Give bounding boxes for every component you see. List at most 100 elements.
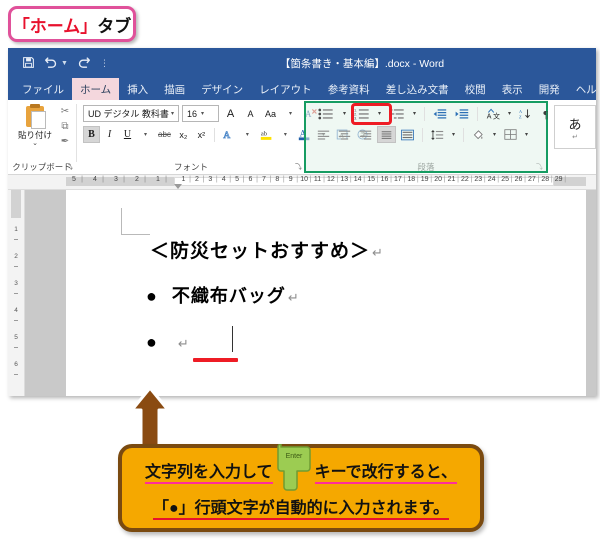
vertical-ruler: 1 2 3 4 5 6: [8, 190, 25, 396]
ribbon-tab-9[interactable]: 表示: [494, 78, 531, 100]
divider: [477, 106, 479, 121]
style-gallery-item[interactable]: あ ↵: [554, 105, 596, 149]
numbering-button[interactable]: 1. 2. 3.: [351, 105, 373, 122]
home-tab-callout-highlight: 「ホーム」: [12, 16, 98, 36]
ribbon-tab-11[interactable]: ヘルプ: [568, 78, 596, 100]
divider: [213, 127, 215, 142]
ribbon-group-font: UD デジタル 教科書体 ▾ 16 ▾ A A Aa ▾ A B I U ▾ a…: [77, 100, 368, 174]
home-tab-callout-rest: タブ: [97, 16, 132, 36]
ribbon-group-clipboard: 貼り付け ⌄ ✂ ⧉ ✒ クリップボード ⤵: [8, 100, 76, 174]
text-highlight-icon[interactable]: ab: [257, 126, 276, 143]
ribbon-tab-3[interactable]: 描画: [156, 78, 193, 100]
svg-text:A: A: [487, 113, 492, 120]
align-right-button[interactable]: [356, 126, 375, 143]
font-size-combo[interactable]: 16 ▾: [182, 105, 219, 122]
font-dialog-launcher[interactable]: ⤵: [295, 162, 302, 172]
line-spacing-dropdown-icon[interactable]: ▾: [449, 126, 458, 143]
sort-button[interactable]: A Z: [516, 105, 536, 122]
ribbon-tab-6[interactable]: 参考資料: [320, 78, 378, 100]
vruler-num-5: 5: [14, 334, 18, 341]
underline-dropdown-icon[interactable]: ▾: [137, 126, 154, 143]
paragraph-group-label: 段落: [417, 162, 435, 172]
multilevel-list-button[interactable]: [386, 105, 408, 122]
increase-indent-button[interactable]: [452, 105, 472, 122]
ribbon-tab-0[interactable]: ファイル: [14, 78, 72, 100]
font-name-combo[interactable]: UD デジタル 教科書体 ▾: [83, 105, 179, 122]
document-title: 【箇条書き・基本編】.docx - Word: [279, 57, 445, 70]
text-caret: [232, 326, 233, 352]
numbering-dropdown-icon[interactable]: ▾: [375, 105, 384, 122]
text-effects-dropdown-icon[interactable]: ▾: [239, 126, 256, 143]
bold-button[interactable]: B: [83, 126, 100, 143]
change-case-dropdown-icon[interactable]: ▾: [282, 105, 299, 122]
italic-button[interactable]: I: [101, 126, 118, 143]
ribbon-tab-8[interactable]: 校閲: [457, 78, 494, 100]
phonetic-guide-button[interactable]: A 文: [483, 105, 503, 122]
justify-button[interactable]: [377, 126, 396, 143]
align-left-button[interactable]: [314, 126, 333, 143]
bullet-glyph: ●: [146, 332, 158, 352]
copy-icon[interactable]: ⧉: [56, 119, 74, 134]
shrink-font-button[interactable]: A: [242, 105, 259, 122]
bullets-button[interactable]: [314, 105, 338, 122]
style-sample-mark: ↵: [572, 133, 578, 141]
paste-dropdown-icon[interactable]: ⌄: [16, 140, 54, 147]
bullet-highlight-underline: [193, 358, 238, 362]
shading-dropdown-icon[interactable]: ▾: [490, 126, 499, 143]
svg-text:A: A: [223, 130, 230, 141]
change-case-button[interactable]: Aa: [262, 105, 279, 122]
multilevel-list-dropdown-icon[interactable]: ▾: [410, 105, 419, 122]
show-marks-button[interactable]: ¶: [538, 105, 558, 122]
vruler-num-3: 3: [14, 280, 18, 287]
style-sample-char: あ: [568, 116, 582, 132]
paragraph-mark: ↵: [287, 290, 300, 305]
grow-font-button[interactable]: A: [222, 105, 239, 122]
ribbon-tab-5[interactable]: レイアウト: [251, 78, 320, 100]
subscript-button[interactable]: x₂: [175, 126, 192, 143]
ribbon-tab-strip[interactable]: ファイルホーム挿入描画デザインレイアウト参考資料差し込み文書校閲表示開発ヘルプA…: [8, 78, 596, 100]
paragraph-row-primary: ▾ 1. 2. 3. ▾ ▾ A 文 ▾ A Z ¶: [314, 105, 558, 122]
font-name-value: UD デジタル 教科書体: [88, 109, 169, 119]
word-window: ▼ ⋮ 【箇条書き・基本編】.docx - Word ファイル ホーム 挿入 描画 デザ…: [8, 48, 596, 396]
ribbon-tab-4[interactable]: デザイン: [193, 78, 251, 100]
divider: [424, 106, 426, 121]
indent-marker[interactable]: [174, 184, 182, 189]
paste-button[interactable]: 貼り付け ⌄: [16, 104, 54, 147]
document-page[interactable]: ＜防災セットおすすめ＞ ↵ ● 不織布バッグ ↵ ● ↵: [66, 190, 586, 396]
bullet-glyph: ●: [146, 286, 158, 306]
instruction-line-1-part-a: 文字列を入力して: [145, 464, 273, 484]
decrease-indent-button[interactable]: [430, 105, 450, 122]
text-boundary-corner-mark: [121, 208, 150, 235]
horizontal-ruler[interactable]: 5 | 4 | 3 | 2 | 1 | 1 | 2 | 3 | 4 | 5 | 6 | 7 | 8 | 9 | 10 | 11 | 12 | 13 |…: [8, 175, 596, 190]
clipboard-icon: [25, 104, 46, 129]
ribbon-tab-10[interactable]: 開発: [531, 78, 568, 100]
clipboard-dialog-launcher[interactable]: ⤵: [66, 162, 73, 172]
line-spacing-button[interactable]: [428, 126, 447, 143]
format-painter-icon[interactable]: ✒: [56, 134, 74, 149]
text-effects-icon[interactable]: A: [219, 126, 238, 143]
paragraph-mark: ↵: [372, 245, 384, 260]
font-size-dropdown-icon[interactable]: ▾: [199, 110, 208, 117]
strikethrough-button[interactable]: abc: [155, 126, 174, 143]
superscript-button[interactable]: x²: [193, 126, 210, 143]
home-tab-callout: 「ホーム」タブ: [8, 6, 136, 42]
ribbon-tab-1[interactable]: ホーム: [72, 78, 120, 100]
text-highlight-dropdown-icon[interactable]: ▾: [277, 126, 294, 143]
distribute-button[interactable]: [398, 126, 417, 143]
ribbon-tab-2[interactable]: 挿入: [119, 78, 156, 100]
ribbon-tab-7[interactable]: 差し込み文書: [378, 78, 457, 100]
cut-icon[interactable]: ✂: [56, 104, 74, 119]
document-area[interactable]: 123456 ＜防災セットおすすめ＞ ↵ ● 不織布バッグ ↵ ● ↵: [8, 190, 596, 396]
paragraph-dialog-launcher[interactable]: ⤵: [536, 162, 543, 172]
shading-button[interactable]: [469, 126, 488, 143]
align-center-button[interactable]: [335, 126, 354, 143]
ribbon-group-paragraph: ▾ 1. 2. 3. ▾ ▾ A 文 ▾ A Z ¶ ▾ ▾ ▾ 段落 ⤵: [306, 100, 548, 174]
borders-button[interactable]: [501, 126, 520, 143]
borders-dropdown-icon[interactable]: ▾: [522, 126, 531, 143]
up-arrow: [128, 386, 172, 448]
font-name-dropdown-icon[interactable]: ▾: [169, 110, 178, 117]
bullets-dropdown-icon[interactable]: ▾: [340, 105, 349, 122]
phonetic-guide-dropdown-icon[interactable]: ▾: [505, 105, 514, 122]
svg-text:Z: Z: [519, 114, 522, 119]
underline-button[interactable]: U: [119, 126, 136, 143]
